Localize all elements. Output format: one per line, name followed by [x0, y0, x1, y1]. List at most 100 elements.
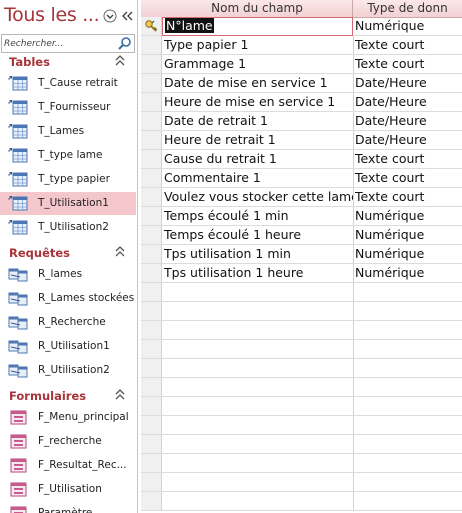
field-name-cell[interactable]: Heure de retrait 1	[162, 131, 354, 150]
row-selector[interactable]	[141, 378, 162, 397]
table-row[interactable]: Temps écoulé 1 heure Numérique	[141, 226, 462, 245]
table-row[interactable]	[141, 283, 462, 302]
nav-item-t-lames[interactable]: T_Lames	[0, 120, 136, 143]
row-selector[interactable]	[141, 131, 162, 150]
row-selector[interactable]	[141, 36, 162, 55]
row-selector[interactable]	[141, 283, 162, 302]
table-row[interactable]	[141, 378, 462, 397]
table-row[interactable]	[141, 340, 462, 359]
row-selector[interactable]	[141, 112, 162, 131]
data-type-cell[interactable]: Date/Heure	[353, 93, 462, 112]
table-row[interactable]: Cause du retrait 1 Texte court	[141, 150, 462, 169]
field-name-cell[interactable]: Date de retrait 1	[162, 112, 354, 131]
row-selector[interactable]	[141, 55, 162, 74]
chevron-down-circle-icon[interactable]	[103, 6, 117, 26]
nav-item-r-lames[interactable]: R_lames	[0, 263, 136, 286]
row-selector-header[interactable]	[141, 0, 161, 17]
row-selector[interactable]	[141, 359, 162, 378]
nav-item-t-cause-retrait[interactable]: T_Cause retrait	[0, 72, 136, 95]
nav-pane-header[interactable]: Tous les ...	[0, 0, 137, 34]
field-name-cell[interactable]	[162, 397, 354, 416]
field-name-cell[interactable]	[162, 283, 354, 302]
search-icon[interactable]	[117, 35, 133, 52]
row-selector[interactable]	[141, 245, 162, 264]
nav-group-header-requetes[interactable]: Requêtes	[0, 243, 137, 263]
field-name-cell[interactable]: Grammage 1	[162, 55, 354, 74]
data-type-cell[interactable]	[353, 416, 462, 435]
table-row[interactable]	[141, 416, 462, 435]
field-name-cell[interactable]	[162, 359, 354, 378]
field-name-cell[interactable]: N°lame	[162, 17, 353, 36]
data-type-cell[interactable]: Numérique	[353, 264, 462, 283]
data-type-cell[interactable]: Numérique	[353, 207, 462, 226]
field-name-cell[interactable]	[162, 492, 354, 511]
row-selector[interactable]	[141, 264, 162, 283]
collapse-group-icon[interactable]	[114, 245, 126, 262]
field-name-cell[interactable]: Temps écoulé 1 min	[162, 207, 354, 226]
data-type-cell[interactable]	[353, 283, 462, 302]
table-row[interactable]: Grammage 1 Texte court	[141, 55, 462, 74]
search-input[interactable]	[4, 35, 112, 52]
double-chevron-left-icon[interactable]	[119, 6, 135, 26]
data-type-cell[interactable]: Texte court	[353, 150, 462, 169]
row-selector[interactable]	[141, 226, 162, 245]
data-type-cell[interactable]: Numérique	[353, 226, 462, 245]
row-selector[interactable]	[141, 74, 162, 93]
field-name-cell[interactable]	[162, 435, 354, 454]
field-name-cell[interactable]	[162, 378, 354, 397]
field-name-cell[interactable]: Commentaire 1	[162, 169, 354, 188]
nav-item-parametre[interactable]: Paramètre	[0, 502, 136, 513]
nav-item-r-utilisation1[interactable]: R_Utilisation1	[0, 335, 136, 358]
table-row[interactable]: Tps utilisation 1 min Numérique	[141, 245, 462, 264]
nav-item-t-type-papier[interactable]: T_type papier	[0, 168, 136, 191]
nav-item-r-lames-stockees[interactable]: R_Lames stockées	[0, 287, 136, 310]
table-row[interactable]: Date de retrait 1 Date/Heure	[141, 112, 462, 131]
nav-item-r-recherche[interactable]: R_Recherche	[0, 311, 136, 334]
data-type-cell[interactable]: Texte court	[353, 169, 462, 188]
field-name-cell[interactable]: Cause du retrait 1	[162, 150, 354, 169]
field-name-cell[interactable]: Heure de mise en service 1	[162, 93, 354, 112]
data-type-cell[interactable]: Numérique	[353, 245, 462, 264]
nav-item-f-utilisation[interactable]: F_Utilisation	[0, 478, 136, 501]
data-type-cell[interactable]: Date/Heure	[353, 131, 462, 150]
field-name-cell[interactable]: Date de mise en service 1	[162, 74, 354, 93]
data-type-cell[interactable]	[353, 359, 462, 378]
data-type-cell[interactable]	[353, 473, 462, 492]
row-selector[interactable]	[141, 150, 162, 169]
table-row[interactable]	[141, 454, 462, 473]
field-name-cell[interactable]	[162, 473, 354, 492]
nav-group-header-tables[interactable]: Tables	[0, 52, 137, 72]
row-selector[interactable]	[141, 492, 162, 511]
row-selector[interactable]	[141, 302, 162, 321]
data-type-cell[interactable]	[353, 397, 462, 416]
field-name-cell[interactable]: Voulez vous stocker cette lame	[162, 188, 354, 207]
row-selector[interactable]	[141, 17, 162, 36]
column-header-data-type[interactable]: Type de donn	[353, 0, 462, 17]
table-row[interactable]	[141, 302, 462, 321]
field-name-cell[interactable]	[162, 454, 354, 473]
row-selector[interactable]	[141, 416, 162, 435]
data-type-cell[interactable]	[353, 321, 462, 340]
data-type-cell[interactable]	[353, 454, 462, 473]
table-row[interactable]: Type papier 1 Texte court	[141, 36, 462, 55]
row-selector[interactable]	[141, 188, 162, 207]
row-selector[interactable]	[141, 397, 162, 416]
row-selector[interactable]	[141, 435, 162, 454]
data-type-cell[interactable]: Numérique	[353, 17, 462, 36]
data-type-cell[interactable]: Texte court	[353, 188, 462, 207]
row-selector[interactable]	[141, 340, 162, 359]
nav-item-r-utilisation2[interactable]: R_Utilisation2	[0, 359, 136, 382]
table-row[interactable]: Heure de mise en service 1 Date/Heure	[141, 93, 462, 112]
data-type-cell[interactable]	[353, 435, 462, 454]
nav-item-f-resultat-rec[interactable]: F_Resultat_Rec...	[0, 454, 136, 477]
nav-item-f-recherche[interactable]: F_recherche	[0, 430, 136, 453]
row-selector[interactable]	[141, 454, 162, 473]
data-type-cell[interactable]	[353, 340, 462, 359]
table-row[interactable]: Voulez vous stocker cette lame Texte cour…	[141, 188, 462, 207]
data-type-cell[interactable]	[353, 378, 462, 397]
collapse-group-icon[interactable]	[114, 388, 126, 405]
nav-item-f-menu-principal[interactable]: F_Menu_principal	[0, 406, 136, 429]
column-header-field-name[interactable]: Nom du champ	[162, 0, 353, 17]
table-row[interactable]	[141, 473, 462, 492]
data-type-cell[interactable]	[353, 492, 462, 511]
